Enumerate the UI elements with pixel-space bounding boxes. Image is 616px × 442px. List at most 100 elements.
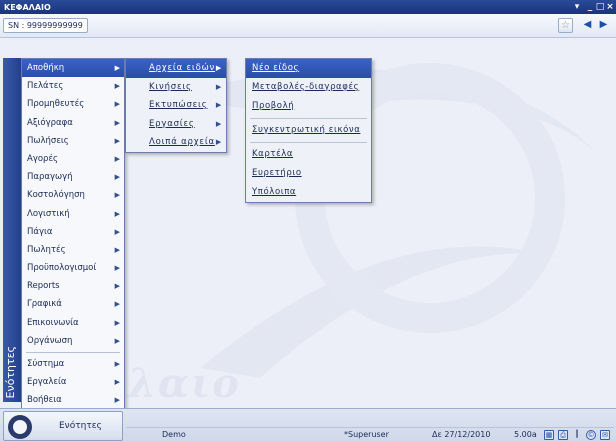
serial-number-badge[interactable]: SN : 99999999999 — [3, 18, 88, 33]
menu-item-ergaleia[interactable]: Εργαλεία ▶ — [22, 373, 124, 391]
menu-item-neo-eidos[interactable]: Νέο είδος — [246, 59, 371, 78]
menu-item-label: Νέο είδος — [252, 63, 300, 73]
submenu-arrow-icon: ▶ — [215, 119, 222, 128]
menu-item-kiniseis[interactable]: Κινήσεις ▶ — [126, 78, 226, 97]
menu-item-paragogi[interactable]: Παραγωγή ▶ — [22, 168, 124, 186]
mail-icon[interactable]: ✉ — [600, 430, 610, 440]
menu-item-label: Μεταβολές-διαγραφές — [252, 82, 360, 92]
menu-item-label: Καρτέλα — [252, 149, 294, 159]
menu-item-label: Πελάτες — [27, 81, 64, 92]
menu-item-label: Ευρετήριο — [252, 168, 302, 178]
current-date: Δε 27/12/2010 — [432, 430, 491, 439]
menu-item-metavoles-diagrafes[interactable]: Μεταβολές-διαγραφές — [246, 78, 371, 97]
menu-separator — [250, 118, 367, 119]
menu-item-label: Πωλητές — [27, 244, 66, 255]
status-bar: Ενότητες Demo *Superuser Δε 27/12/2010 5… — [0, 408, 616, 442]
menu-item-axiografa[interactable]: Αξιόγραφα ▶ — [22, 114, 124, 132]
menu-item-label: Προμηθευτές — [27, 99, 85, 110]
submenu-arrow-icon: ▶ — [114, 64, 120, 72]
submenu-arrow-icon: ▶ — [114, 318, 120, 327]
status-line: Demo *Superuser Δε 27/12/2010 5.00a ▦ ⎙ … — [126, 427, 614, 441]
menu-item-systima[interactable]: Σύστημα ▶ — [22, 355, 124, 373]
menu-item-kartela[interactable]: Καρτέλα — [246, 145, 371, 164]
menu-item-organosi[interactable]: Οργάνωση ▶ — [22, 332, 124, 350]
menu-item-arxeia-eidon[interactable]: Αρχεία ειδών ▶ — [126, 59, 226, 78]
menu-item-ektyposeis[interactable]: Εκτυπώσεις ▶ — [126, 96, 226, 115]
favorite-star-icon[interactable]: ☆ — [558, 18, 573, 33]
modules-menu: Αποθήκη ▶ Πελάτες ▶ Προμηθευτές ▶ Αξιόγραφα… — [21, 58, 125, 411]
menu-item-pagia[interactable]: Πάγια ▶ — [22, 223, 124, 241]
app-version: 5.00a — [514, 430, 537, 439]
menu-item-label: Σύστημα — [27, 359, 65, 369]
menu-item-label: Συγκεντρωτική εικόνα — [252, 125, 361, 135]
submenu-arrow-icon: ▶ — [114, 396, 120, 405]
menu-item-label: Προϋπολογισμοί — [27, 263, 97, 274]
menu-item-label: Εκτυπώσεις — [149, 100, 208, 110]
menu-item-polites[interactable]: Πωλητές ▶ — [22, 241, 124, 259]
menu-item-label: Παραγωγή — [27, 172, 73, 183]
menu-separator — [250, 142, 367, 143]
menu-down-icon[interactable]: ▾ — [571, 1, 583, 13]
submenu-arrow-icon: ▶ — [114, 82, 120, 91]
submenu-arrow-icon: ▶ — [114, 282, 120, 291]
submenu-arrow-icon: ▶ — [114, 136, 120, 145]
menu-item-label: Γραφικά — [27, 299, 62, 310]
menu-item-proypologismoi[interactable]: Προϋπολογισμοί ▶ — [22, 259, 124, 277]
submenu-arrow-icon: ▶ — [114, 118, 120, 127]
submenu-arrow-icon: ▶ — [114, 360, 120, 368]
menu-item-sygkentrotiki-eikona[interactable]: Συγκεντρωτική εικόνα — [246, 121, 371, 140]
menu-item-label: Αξιόγραφα — [27, 117, 73, 128]
menu-separator — [26, 352, 120, 353]
window-title: ΚΕΦΑΛΑΙΟ — [4, 2, 51, 12]
menu-item-euretirio[interactable]: Ευρετήριο — [246, 164, 371, 183]
menu-item-logistiki[interactable]: Λογιστική ▶ — [22, 205, 124, 223]
menu-item-label: Πωλήσεις — [27, 135, 69, 146]
submenu-arrow-icon: ▶ — [215, 64, 222, 72]
menu-item-reports[interactable]: Reports ▶ — [22, 277, 124, 295]
title-bar: ΚΕΦΑΛΑΙΟ ▾ _ □ × — [0, 0, 616, 14]
menu-item-label: Αγορές — [27, 153, 59, 164]
submenu-arrow-icon: ▶ — [114, 100, 120, 109]
barcode-icon[interactable]: ║ — [572, 430, 582, 440]
menu-item-voitheia[interactable]: Βοήθεια ▶ — [22, 391, 124, 409]
menu-item-label: Εργασίες — [149, 118, 195, 129]
menu-item-epikoinonia[interactable]: Επικοινωνία ▶ — [22, 314, 124, 332]
start-button-label: Ενότητες — [59, 421, 102, 431]
submenu-arrow-icon: ▶ — [114, 336, 120, 345]
current-user: *Superuser — [344, 430, 389, 439]
calculator-icon[interactable]: ▦ — [544, 430, 554, 440]
menu-item-promitheutes[interactable]: Προμηθευτές ▶ — [22, 95, 124, 113]
warehouse-submenu: Αρχεία ειδών ▶ Κινήσεις ▶ Εκτυπώσεις ▶ Εργα… — [125, 58, 227, 153]
menu-item-apothiki[interactable]: Αποθήκη ▶ — [22, 59, 124, 78]
menu-item-label: Λοιπά αρχεία — [149, 137, 215, 147]
menu-item-agores[interactable]: Αγορές ▶ — [22, 150, 124, 168]
menu-item-label: Πάγια — [27, 226, 53, 237]
modules-start-button[interactable]: Ενότητες — [3, 411, 123, 441]
menu-item-label: Οργάνωση — [27, 335, 73, 346]
back-arrow-icon[interactable]: ◀ — [580, 18, 595, 33]
menu-item-kostologisi[interactable]: Κοστολόγηση ▶ — [22, 186, 124, 204]
close-icon[interactable]: × — [604, 1, 616, 13]
submenu-arrow-icon: ▶ — [114, 378, 120, 387]
modules-sidebar[interactable]: Ενότητες — [3, 58, 21, 402]
submenu-arrow-icon: ▶ — [114, 191, 120, 200]
submenu-arrow-icon: ▶ — [114, 154, 120, 163]
submenu-arrow-icon: ▶ — [215, 101, 222, 109]
menu-item-loipa-arxeia[interactable]: Λοιπά αρχεία ▶ — [126, 133, 226, 152]
menu-item-poliseis[interactable]: Πωλήσεις ▶ — [22, 132, 124, 150]
copyright-icon[interactable]: © — [586, 430, 596, 440]
menu-item-ergasies[interactable]: Εργασίες ▶ — [126, 115, 226, 134]
submenu-arrow-icon: ▶ — [215, 138, 222, 146]
forward-arrow-icon[interactable]: ▶ — [596, 18, 611, 33]
toolbar: SN : 99999999999 ☆ ◀ ▶ — [0, 14, 616, 38]
menu-item-pelates[interactable]: Πελάτες ▶ — [22, 77, 124, 95]
menu-item-provoli[interactable]: Προβολή — [246, 97, 371, 116]
menu-item-label: Αποθήκη — [27, 63, 65, 73]
submenu-arrow-icon: ▶ — [114, 264, 120, 273]
menu-item-label: Λογιστική — [27, 208, 70, 219]
menu-item-label: Εργαλεία — [27, 377, 67, 388]
menu-item-grafika[interactable]: Γραφικά ▶ — [22, 295, 124, 313]
watermark-text: λαιο — [128, 360, 241, 407]
menu-item-ypoloipa[interactable]: Υπόλοιπα — [246, 183, 371, 202]
printer-icon[interactable]: ⎙ — [558, 430, 568, 440]
